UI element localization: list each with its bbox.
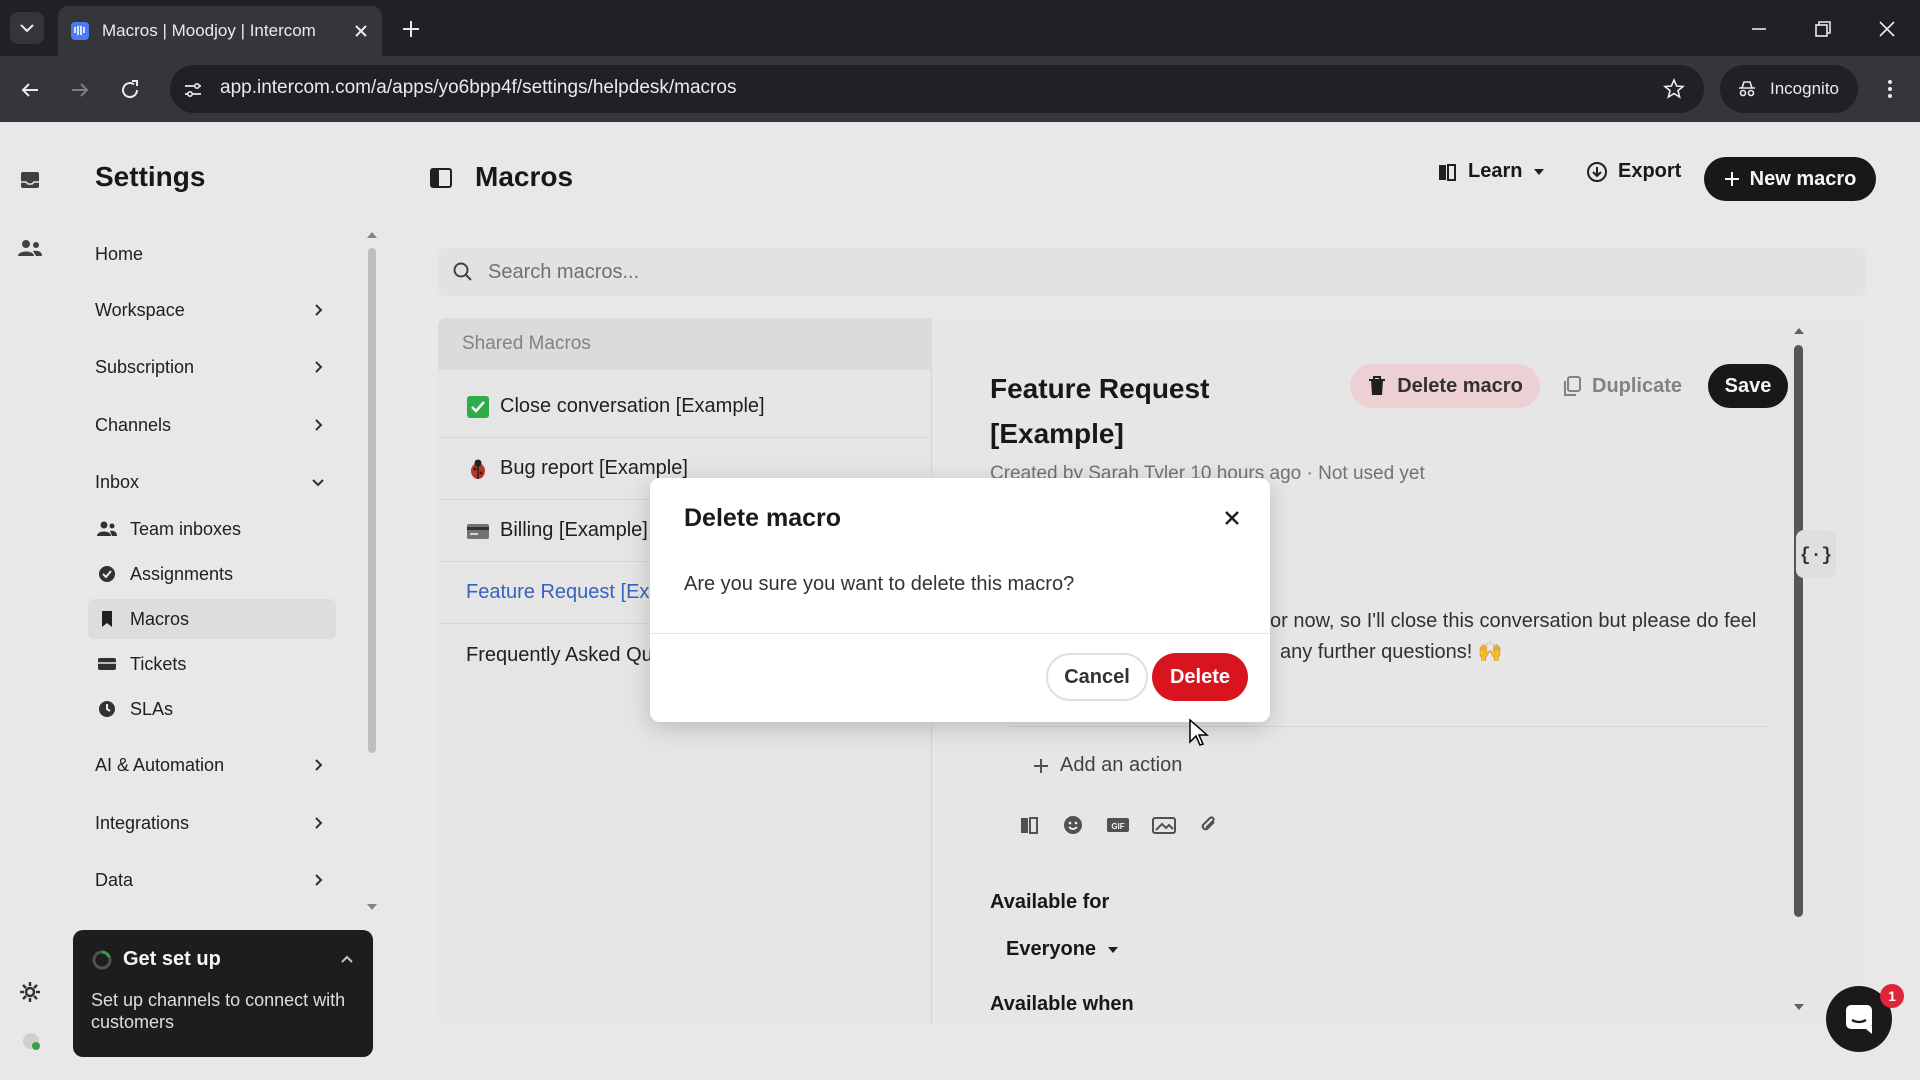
cancel-button[interactable]: Cancel	[1046, 653, 1148, 701]
reload-icon[interactable]	[118, 78, 142, 102]
incognito-label: Incognito	[1770, 79, 1839, 98]
tab-search-button[interactable]	[10, 12, 44, 44]
minimize-icon[interactable]	[1748, 18, 1770, 40]
delete-macro-dialog: Delete macro Are you sure you want to de…	[650, 478, 1270, 722]
browser-tab-bar: Macros | Moodjoy | Intercom	[0, 0, 1920, 56]
restore-icon[interactable]	[1812, 18, 1834, 40]
forward-icon[interactable]	[68, 78, 92, 102]
new-tab-icon[interactable]	[400, 18, 422, 40]
tab-title: Macros | Moodjoy | Intercom	[102, 21, 316, 40]
chevron-down-icon	[20, 24, 34, 33]
browser-tab[interactable]: Macros | Moodjoy | Intercom	[58, 6, 382, 56]
dialog-message: Are you sure you want to delete this mac…	[684, 573, 1075, 595]
url-text: app.intercom.com/a/apps/yo6bpp4f/setting…	[220, 77, 737, 98]
incognito-icon	[1739, 81, 1755, 97]
mouse-cursor-icon	[1189, 718, 1209, 746]
site-settings-icon[interactable]	[182, 79, 204, 101]
intercom-favicon-icon	[71, 22, 89, 40]
close-icon[interactable]	[1222, 508, 1242, 528]
dialog-title: Delete macro	[684, 504, 842, 532]
bookmark-star-icon[interactable]	[1662, 77, 1686, 101]
close-tab-icon[interactable]	[352, 22, 370, 40]
notification-badge: 1	[1880, 984, 1904, 1008]
close-window-icon[interactable]	[1876, 18, 1898, 40]
dialog-divider	[650, 633, 1270, 634]
back-icon[interactable]	[18, 78, 42, 102]
incognito-indicator[interactable]: Incognito	[1720, 65, 1858, 113]
browser-menu-icon[interactable]	[1880, 78, 1900, 100]
delete-button[interactable]: Delete	[1152, 653, 1248, 701]
